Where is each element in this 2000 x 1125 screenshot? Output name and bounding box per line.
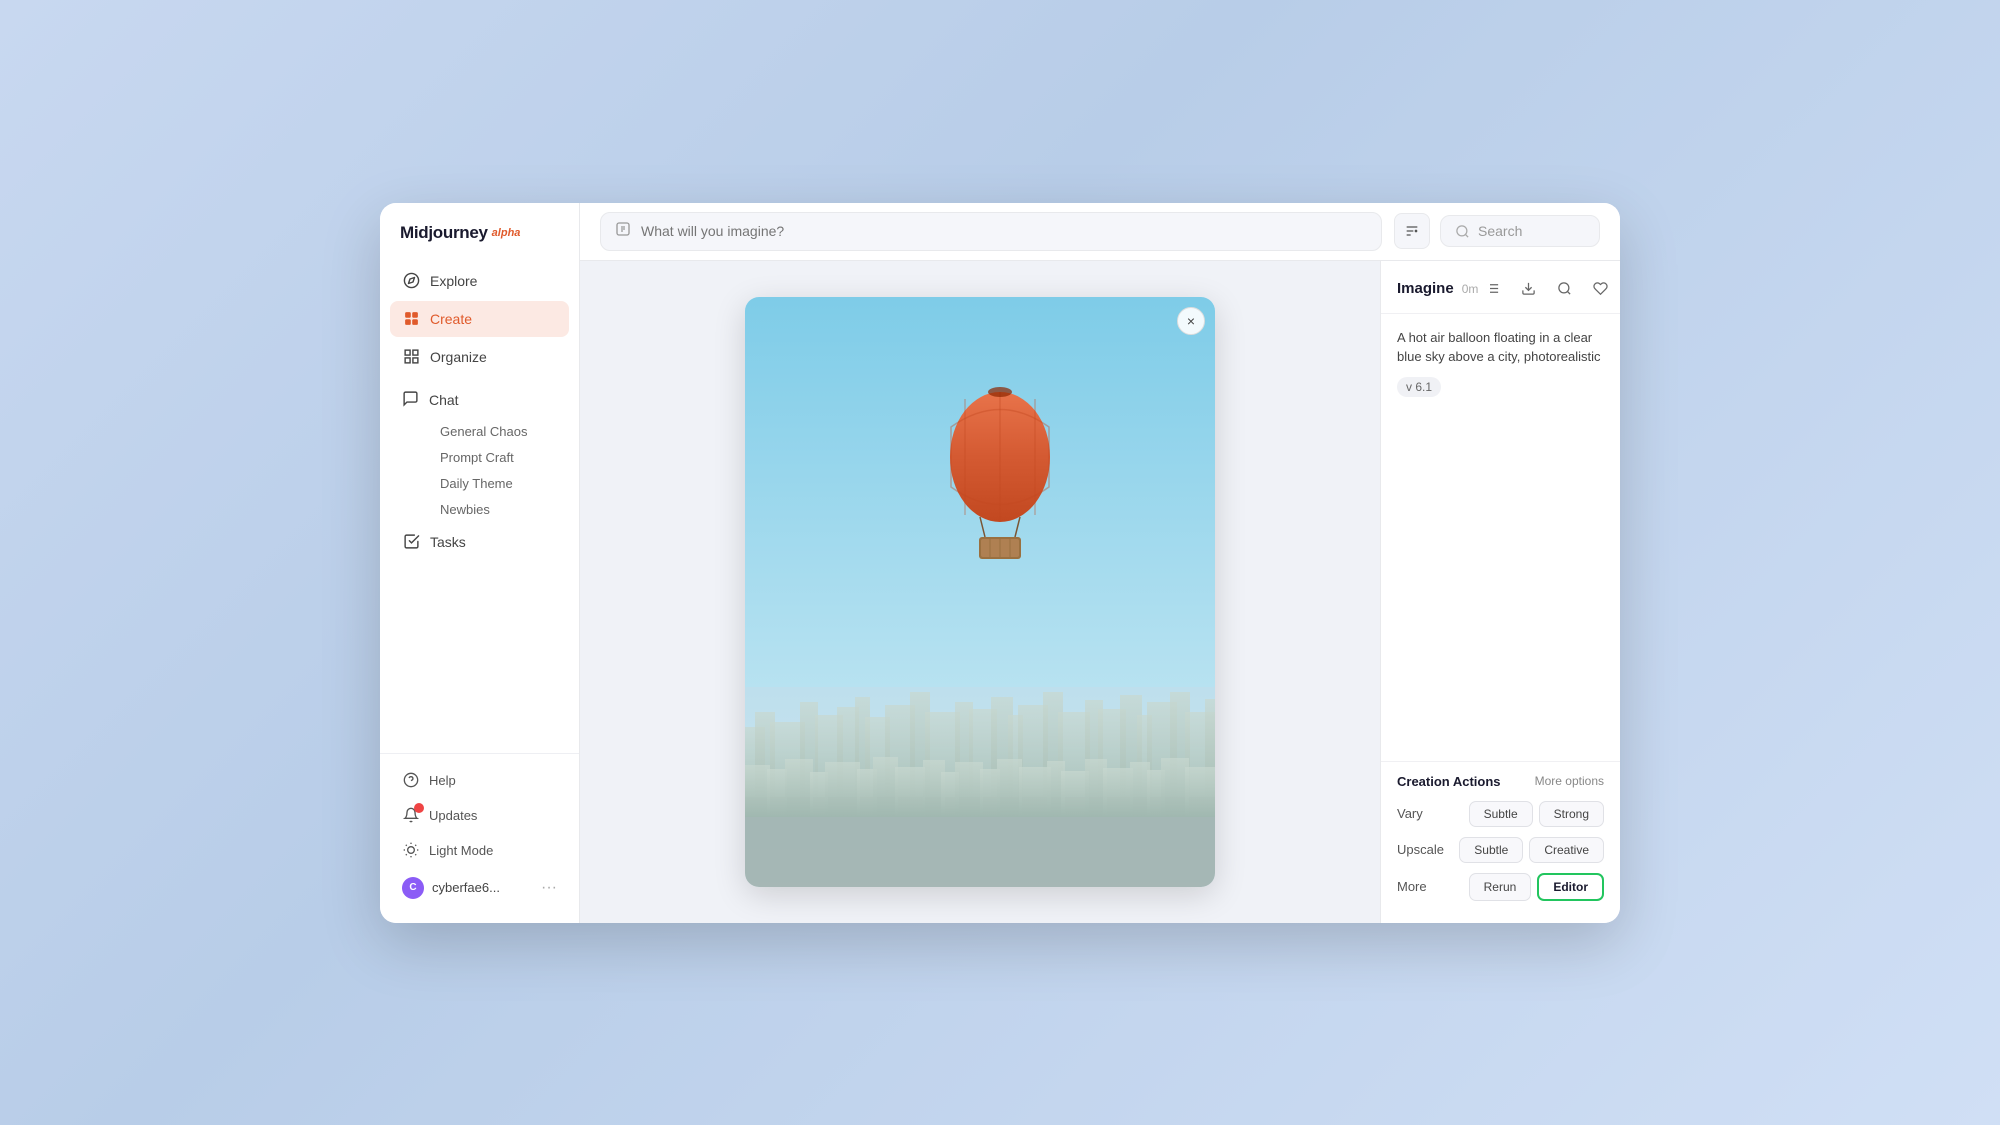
sidebar-item-explore[interactable]: Explore [390,263,569,299]
details-title-row: Imagine 0m [1397,280,1478,297]
tasks-icon [402,533,420,551]
sidebar-item-chat[interactable]: Chat [390,381,569,419]
image-card: × [745,297,1215,887]
prompt-input[interactable] [641,223,1367,239]
chat-subitem-general-chaos[interactable]: General Chaos [430,419,569,444]
user-more-button[interactable]: ··· [541,879,557,897]
chat-subitems: General Chaos Prompt Craft Daily Theme N… [390,419,569,522]
sidebar-item-organize[interactable]: Organize [390,339,569,375]
details-icons [1478,275,1614,303]
help-icon [402,772,419,789]
details-body: A hot air balloon floating in a clear bl… [1381,314,1620,761]
details-title: Imagine [1397,280,1454,297]
more-label: More [1397,879,1452,894]
chat-section: Chat General Chaos Prompt Craft Daily Th… [390,381,569,522]
upscale-buttons: Subtle Creative [1459,837,1604,863]
sidebar-updates[interactable]: Updates [390,799,569,832]
sidebar-item-tasks[interactable]: Tasks [390,524,569,560]
user-name: cyberfae6... [432,880,533,895]
details-download-icon[interactable] [1514,275,1542,303]
actions-header: Creation Actions More options [1397,774,1604,789]
details-list-icon[interactable] [1478,275,1506,303]
vary-subtle-button[interactable]: Subtle [1469,801,1533,827]
updates-icon [402,807,419,824]
chat-subitem-daily-theme[interactable]: Daily Theme [430,471,569,496]
vary-row: Vary Subtle Strong [1397,801,1604,827]
actions-title: Creation Actions [1397,774,1501,789]
chat-subitem-newbies[interactable]: Newbies [430,497,569,522]
content-area: × [580,261,1620,923]
chat-subitem-prompt-craft[interactable]: Prompt Craft [430,445,569,470]
main-content: Search × [580,203,1620,923]
app-window: Midjourney alpha Explore Create [380,203,1620,923]
sidebar-nav: Explore Create Organize [380,263,579,745]
updates-label: Updates [429,808,477,823]
sidebar-light-mode[interactable]: Light Mode [390,834,569,867]
user-avatar: C [402,877,424,899]
prompt-icon [615,221,631,242]
chat-label: Chat [429,392,459,408]
search-bar[interactable]: Search [1440,215,1600,247]
sidebar-item-create[interactable]: Create [390,301,569,337]
details-prompt: A hot air balloon floating in a clear bl… [1397,328,1604,367]
top-bar-right: Search [1394,213,1600,249]
explore-icon [402,272,420,290]
details-panel: Imagine 0m [1380,261,1620,923]
sidebar-item-create-label: Create [430,311,472,327]
rerun-button[interactable]: Rerun [1469,873,1532,901]
more-options-link[interactable]: More options [1535,774,1604,788]
top-bar: Search [580,203,1620,261]
search-label: Search [1478,223,1522,239]
vary-label: Vary [1397,806,1452,821]
sidebar-user[interactable]: C cyberfae6... ··· [390,869,569,907]
details-header: Imagine 0m [1381,261,1620,314]
prompt-input-wrapper[interactable] [600,212,1382,251]
logo-alpha: alpha [492,227,521,239]
version-badge: v 6.1 [1397,377,1441,397]
sidebar-bottom: Help Updates Light Mode C cyberfae6... ·… [380,753,579,907]
create-icon [402,310,420,328]
vary-buttons: Subtle Strong [1469,801,1604,827]
details-search-icon[interactable] [1550,275,1578,303]
updates-badge [414,803,424,813]
organize-icon [402,348,420,366]
help-label: Help [429,773,456,788]
upscale-subtle-button[interactable]: Subtle [1459,837,1523,863]
sidebar-item-organize-label: Organize [430,349,487,365]
logo: Midjourney alpha [380,223,579,263]
editor-button[interactable]: Editor [1537,873,1604,901]
upscale-row: Upscale Subtle Creative [1397,837,1604,863]
sidebar-help[interactable]: Help [390,764,569,797]
more-row: More Rerun Editor [1397,873,1604,901]
details-time: 0m [1462,282,1479,296]
image-panel: × [580,261,1380,923]
more-buttons: Rerun Editor [1469,873,1604,901]
close-button[interactable]: × [1177,307,1205,335]
logo-text: Midjourney [400,223,488,243]
filter-button[interactable] [1394,213,1430,249]
vary-strong-button[interactable]: Strong [1539,801,1604,827]
generated-image [745,297,1215,887]
light-mode-icon [402,842,419,859]
details-heart-icon[interactable] [1586,275,1614,303]
upscale-label: Upscale [1397,842,1452,857]
light-mode-label: Light Mode [429,843,493,858]
chat-icon [402,390,419,410]
sidebar: Midjourney alpha Explore Create [380,203,580,923]
creation-actions: Creation Actions More options Vary Subtl… [1381,761,1620,923]
sidebar-item-tasks-label: Tasks [430,534,466,550]
sidebar-item-explore-label: Explore [430,273,477,289]
upscale-creative-button[interactable]: Creative [1529,837,1604,863]
